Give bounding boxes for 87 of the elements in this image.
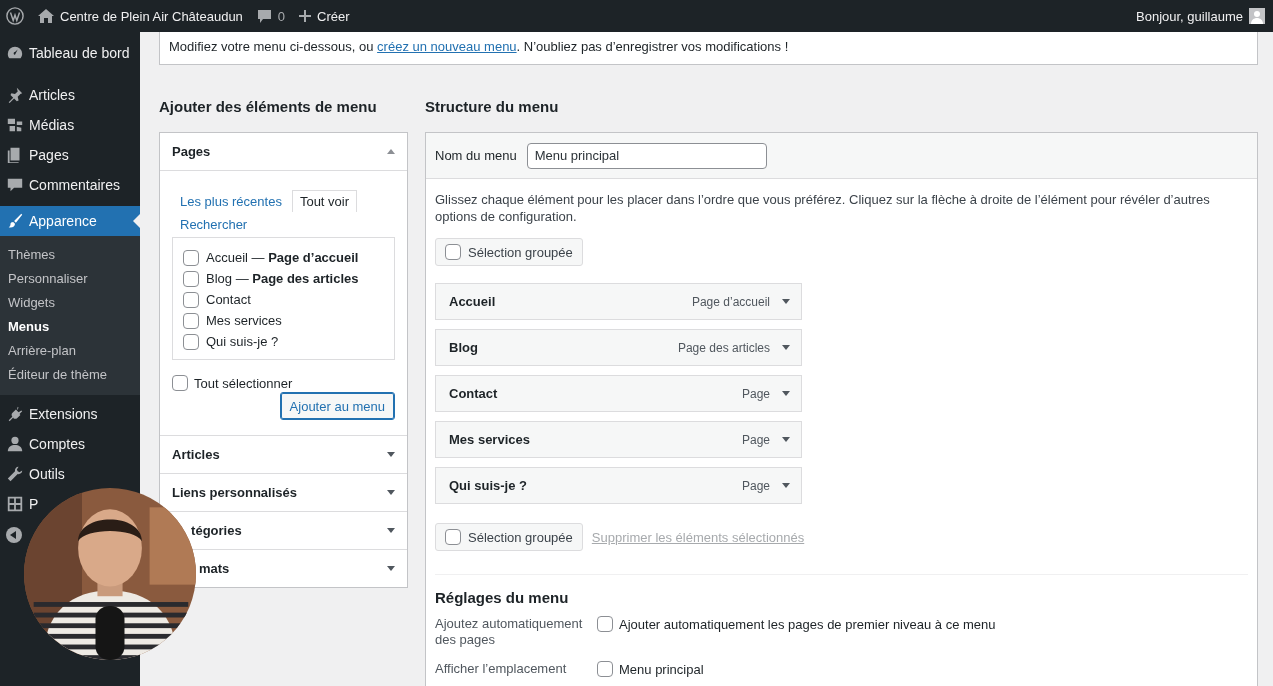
wrench-icon [6, 465, 24, 483]
submenu-item[interactable]: Menus [0, 315, 140, 339]
submenu-item[interactable]: Éditeur de thème [0, 363, 140, 387]
accordion-title[interactable]: Liens personnalisés [172, 485, 297, 500]
section-heading: Structure du menu [425, 98, 560, 117]
setting-label: Afficher l’emplacement [435, 661, 568, 677]
new-link[interactable]: Créer [317, 8, 350, 24]
sidebar-item[interactable]: Apparence [0, 206, 140, 236]
checkbox[interactable] [172, 375, 188, 391]
checkbox[interactable] [183, 312, 199, 329]
checkbox[interactable] [183, 291, 199, 308]
site-name-link[interactable]: Centre de Plein Air Châteaudun [60, 8, 243, 24]
caret-down-icon[interactable] [782, 299, 790, 304]
grid-icon [6, 495, 24, 513]
checkbox-label: Mes services [206, 313, 282, 328]
checkbox-label: Qui suis-je ? [206, 334, 279, 349]
new-menu-link[interactable]: créez un nouveau menu [377, 39, 517, 54]
notice-text: Modifiez votre menu ci-dessous, ou créez un nouveau menu. N’oubliez pas d’enregistrer vos modifications ! [159, 32, 1258, 65]
checkbox-label: Ajouter automatiquement les pages de premier niveau à ce menu [619, 616, 996, 632]
menu-item[interactable]: Accueil Page d’accueil [435, 283, 802, 320]
checkbox[interactable] [445, 529, 461, 545]
home-icon [38, 9, 54, 23]
checkbox[interactable] [445, 244, 461, 260]
accordion-title[interactable]: tégories [191, 523, 242, 538]
caret-down-icon[interactable] [387, 490, 395, 495]
checkbox[interactable] [183, 270, 199, 287]
tab[interactable]: Tout voir [291, 190, 358, 212]
menu-item[interactable]: Mes services Page [435, 421, 802, 458]
menu-item[interactable]: Contact Page [435, 375, 802, 412]
plug-icon [6, 405, 24, 423]
accordion-title[interactable]: Pages [172, 144, 211, 159]
media-icon [6, 116, 24, 134]
greeting-link[interactable]: Bonjour, guillaume [1136, 8, 1243, 24]
caret-down-icon[interactable] [387, 566, 395, 571]
checkbox-label: Accueil — Page d’accueil [206, 250, 359, 265]
menu-item[interactable]: Qui suis-je ? Page [435, 467, 802, 504]
caret-down-icon[interactable] [782, 345, 790, 350]
avatar-icon [1249, 8, 1265, 24]
sidebar-item[interactable]: Extensions [0, 399, 98, 429]
checkbox-label: Blog — Page des articles [206, 271, 359, 286]
accordion-title[interactable]: mats [199, 561, 230, 576]
caret-down-icon[interactable] [387, 452, 395, 457]
submenu-item[interactable]: Personnaliser [0, 267, 140, 291]
checkbox[interactable] [183, 249, 199, 266]
checkbox-label: Contact [206, 292, 251, 307]
add-to-menu-button[interactable]: Ajouter au menu [279, 392, 395, 420]
sidebar-item[interactable]: Pages [0, 140, 69, 170]
caret-down-icon[interactable] [782, 437, 790, 442]
section-heading: Ajouter des éléments de menu [159, 98, 378, 117]
comment-count: 0 [277, 8, 286, 24]
tab[interactable]: Rechercher [179, 213, 258, 235]
caret-up-icon[interactable] [387, 149, 395, 154]
submenu-item[interactable]: Widgets [0, 291, 140, 315]
collapse-icon[interactable] [6, 527, 22, 543]
instructions-text: Glissez chaque élément pour les placer dans l’ordre que vous préférez. Cliquez sur la flèche à droite de l’élément pour révéler d’autres options de configuration. [435, 191, 1211, 225]
wordpress-logo-icon[interactable] [6, 7, 24, 25]
settings-heading: Réglages du menu [435, 589, 570, 606]
sidebar-item[interactable]: Médias [0, 110, 75, 140]
plus-icon [299, 10, 312, 22]
brush-icon [6, 212, 24, 230]
checkbox[interactable] [597, 616, 613, 632]
caret-down-icon[interactable] [782, 391, 790, 396]
sidebar-item[interactable]: P [0, 489, 39, 519]
comment-icon[interactable] [256, 8, 272, 24]
user-icon [6, 435, 24, 453]
checkbox-label: Tout sélectionner [194, 375, 293, 391]
field-label: Nom du menu [435, 148, 517, 163]
checkbox[interactable] [597, 661, 613, 677]
checkbox[interactable] [183, 333, 199, 350]
menu-item[interactable]: Blog Page des articles [435, 329, 802, 366]
submenu-item[interactable]: Thèmes [0, 243, 140, 267]
caret-down-icon[interactable] [387, 528, 395, 533]
bulk-select-control[interactable]: Sélection groupée [435, 523, 583, 551]
setting-label: Ajoutez automatiquement des pages [435, 616, 584, 648]
bulk-select-control[interactable]: Sélection groupée [435, 238, 583, 266]
sidebar-item[interactable]: Outils [0, 459, 65, 489]
tab[interactable]: Les plus récentes [179, 190, 292, 212]
sidebar-item[interactable]: Comptes [0, 429, 86, 459]
sidebar-item[interactable]: Articles [0, 80, 75, 110]
pin-icon [6, 86, 24, 104]
menu-name-field[interactable]: Menu principal [526, 142, 767, 169]
submenu-item[interactable]: Arrière-plan [0, 339, 140, 363]
sidebar-item[interactable]: Commentaires [0, 170, 121, 200]
checkbox-label: Menu principal [619, 661, 704, 677]
sidebar-item[interactable]: Tableau de bord [0, 38, 130, 68]
accordion-title[interactable]: Articles [172, 447, 220, 462]
caret-down-icon[interactable] [782, 483, 790, 488]
